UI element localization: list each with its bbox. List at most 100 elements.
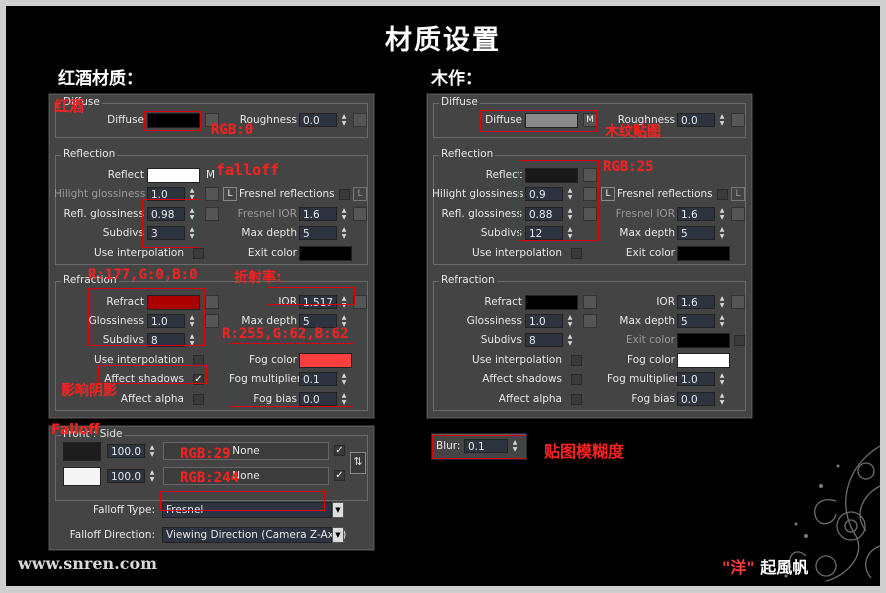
wood-refract-swatch[interactable] — [525, 295, 578, 310]
ior-map-button[interactable] — [353, 295, 367, 309]
falloff-direction-chevron-down-icon[interactable]: ▼ — [332, 527, 344, 543]
wood-fog-multiplier-spinner[interactable]: 1.0 — [677, 372, 715, 386]
wood-refr-use-interp-label: Use interpolation — [472, 354, 562, 366]
wood-reflect-box — [519, 160, 599, 241]
wood-glossiness-arrows[interactable]: ▲ ▼ — [565, 314, 575, 328]
wood-ior-map-button[interactable] — [731, 295, 745, 309]
reflect-color-swatch[interactable] — [147, 168, 200, 183]
wood-refr-subdivs-spinner[interactable]: 8 — [525, 333, 563, 347]
hilight-map-button[interactable] — [205, 187, 219, 201]
wood-fog-bias-spinner[interactable]: 0.0 — [677, 392, 715, 406]
wood-affect-alpha-checkbox[interactable] — [571, 394, 582, 405]
wood-refr-max-depth-spinner[interactable]: 5 — [677, 314, 715, 328]
refract-gloss-subdivs-box — [88, 288, 205, 346]
wood-ior-arrows[interactable]: ▲ ▼ — [717, 295, 727, 309]
left-heading: 红酒材质： — [58, 69, 143, 89]
wood-refl-gloss-label: Refl. glossiness — [441, 208, 523, 220]
annotation-red-wine: 红酒 — [54, 97, 85, 115]
annotation-ior-text: 折射率: — [234, 270, 282, 286]
exit-color-swatch[interactable] — [299, 246, 352, 261]
max-depth-spinner-arrows[interactable]: ▲ ▼ — [339, 226, 349, 240]
wood-roughness-map-button[interactable] — [731, 113, 745, 127]
wood-hilight-lock-button[interactable]: L — [601, 187, 615, 201]
wood-fresnel-ior-map-button[interactable] — [731, 207, 745, 221]
hilight-glossiness-label: Hilight glossiness — [54, 188, 146, 200]
wood-fog-color-swatch[interactable] — [677, 353, 730, 368]
side-amount-spinner[interactable]: 100.0 — [107, 469, 145, 483]
diffuse-label: Diffuse — [107, 114, 144, 126]
right-heading: 木作： — [431, 69, 482, 89]
roughness-spinner[interactable]: 0.0 — [299, 113, 337, 127]
affect-alpha-checkbox[interactable] — [193, 394, 204, 405]
use-interpolation-checkbox[interactable] — [193, 248, 204, 259]
wood-fresnel-lock-button[interactable]: L — [731, 187, 745, 201]
wood-roughness-arrows[interactable]: ▲ ▼ — [717, 113, 727, 127]
roughness-spinner-arrows[interactable]: ▲ ▼ — [339, 113, 349, 127]
front-amount-spinner[interactable]: 100.0 — [107, 444, 145, 458]
wood-exit-color-swatch[interactable] — [677, 246, 730, 261]
annotation-rgb-244: RGB:244 — [180, 470, 240, 486]
side-color-swatch[interactable] — [63, 467, 101, 486]
side-amount-arrows[interactable]: ▲ ▼ — [147, 469, 157, 483]
blur-box — [432, 435, 526, 459]
front-amount-arrows[interactable]: ▲ ▼ — [147, 444, 157, 458]
wood-fresnel-checkbox[interactable] — [717, 189, 728, 200]
wood-max-depth-spinner[interactable]: 5 — [677, 226, 715, 240]
swap-colors-icon[interactable]: ⇅ — [350, 452, 366, 474]
wood-fog-bias-label: Fog bias — [631, 393, 675, 405]
reflect-map-m[interactable]: M — [206, 169, 215, 181]
wood-max-depth-label: Max depth — [619, 227, 675, 239]
diffuse-highlight-box — [144, 111, 201, 131]
fresnel-ior-spinner-arrows[interactable]: ▲ ▼ — [339, 207, 349, 221]
annotation-fog-rgb: R:255,G:62,B:62 — [222, 326, 349, 342]
fresnel-reflections-label: Fresnel reflections — [239, 188, 335, 200]
annotation-rgb-25: RGB:25 — [603, 159, 654, 175]
roughness-map-button[interactable] — [353, 113, 367, 127]
wood-ior-spinner[interactable]: 1.6 — [677, 295, 715, 309]
falloff-type-label: Falloff Type: — [93, 504, 155, 516]
front-color-swatch[interactable] — [63, 442, 101, 461]
wood-fresnel-ior-spinner[interactable]: 1.6 — [677, 207, 715, 221]
footer-author-name: 起風帆 — [760, 558, 809, 577]
wood-diffuse-box — [480, 110, 597, 132]
wood-refr-exit-color-swatch[interactable] — [677, 333, 730, 348]
wood-glossiness-spinner[interactable]: 1.0 — [525, 314, 563, 328]
exit-color-label: Exit color — [247, 247, 297, 259]
fresnel-ior-map-button[interactable] — [353, 207, 367, 221]
annotation-falloff: falloff — [216, 161, 280, 179]
wood-refr-subdivs-label: Subdivs — [480, 334, 522, 346]
annotation-wood-map: 木纹贴图 — [605, 124, 661, 140]
fresnel-lock-button[interactable]: L — [353, 187, 367, 201]
refract-map-button[interactable] — [205, 295, 219, 309]
side-map-checkbox[interactable]: ✓ — [334, 470, 345, 481]
screenshot-frame: 材质设置 红酒材质： 木作： Diffuse Diffuse Roughness… — [6, 6, 880, 586]
footer-author: "洋" 起風帆 — [722, 554, 808, 578]
wood-use-interp-checkbox[interactable] — [571, 248, 582, 259]
wood-fog-multiplier-arrows[interactable]: ▲ ▼ — [717, 372, 727, 386]
wood-max-depth-arrows[interactable]: ▲ ▼ — [717, 226, 727, 240]
wood-refr-max-depth-arrows[interactable]: ▲ ▼ — [717, 314, 727, 328]
subdivs-label: Subdivs — [102, 227, 144, 239]
wood-fog-color-label: Fog color — [627, 354, 675, 366]
wood-fog-bias-arrows[interactable]: ▲ ▼ — [717, 392, 727, 406]
front-map-checkbox[interactable]: ✓ — [334, 445, 345, 456]
glossiness-map-button[interactable] — [205, 314, 219, 328]
wood-refr-exit-color-checkbox[interactable] — [734, 335, 745, 346]
max-depth-spinner[interactable]: 5 — [299, 226, 337, 240]
annotation-falloff-label: Falloff — [51, 422, 100, 438]
wood-refr-subdivs-arrows[interactable]: ▲ ▼ — [565, 333, 575, 347]
annotation-rgb-29: RGB:29 — [180, 446, 231, 462]
refl-gloss-map-button[interactable] — [205, 207, 219, 221]
fresnel-ior-spinner[interactable]: 1.6 — [299, 207, 337, 221]
wood-fresnel-ior-arrows[interactable]: ▲ ▼ — [717, 207, 727, 221]
wood-affect-shadows-checkbox[interactable] — [571, 374, 582, 385]
fresnel-reflections-checkbox[interactable] — [339, 189, 350, 200]
wood-refr-use-interp-checkbox[interactable] — [571, 355, 582, 366]
falloff-direction-dropdown[interactable]: Viewing Direction (Camera Z-Axis) — [162, 527, 346, 543]
falloff-type-box — [160, 491, 325, 511]
wood-roughness-spinner[interactable]: 0.0 — [677, 113, 715, 127]
wood-refract-map-button[interactable] — [583, 295, 597, 309]
wood-glossiness-map-button[interactable] — [583, 314, 597, 328]
falloff-type-chevron-down-icon[interactable]: ▼ — [332, 502, 344, 518]
hilight-lock-button[interactable]: L — [223, 187, 237, 201]
